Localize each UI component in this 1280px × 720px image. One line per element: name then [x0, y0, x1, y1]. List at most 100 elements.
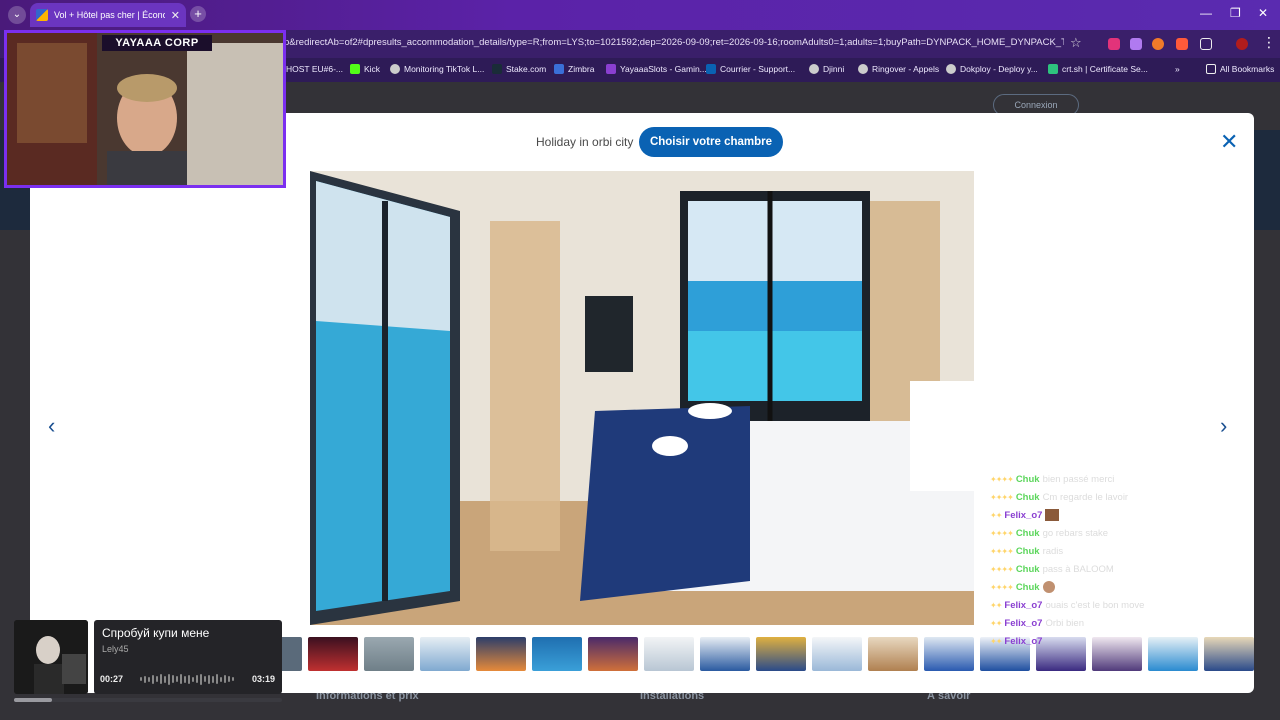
- site-favicon-icon: [36, 9, 48, 21]
- hotel-name: Holiday in orbi city: [536, 135, 634, 149]
- hotel-room-image: [310, 171, 974, 625]
- bookmark-item[interactable]: HOST EU#6-...: [286, 64, 343, 74]
- window-close-icon[interactable]: ✕: [1258, 6, 1268, 20]
- outlook-icon: [706, 64, 716, 74]
- globe-icon: [946, 64, 956, 74]
- chat-message: ✦✦✦✦ Chuk pass à BALOOM: [990, 563, 1114, 575]
- stake-icon: [492, 64, 502, 74]
- close-icon[interactable]: ✕: [1220, 131, 1238, 153]
- next-photo-icon[interactable]: ›: [1220, 413, 1227, 439]
- tab-title: Vol + Hôtel pas cher | Économie: [54, 10, 165, 20]
- bookmark-item[interactable]: Dokploy - Deploy y...: [946, 64, 1038, 74]
- playback-progress-fill: [14, 698, 52, 702]
- stream-chat-overlay: ✦✦✦✦ Chuk bien passé merci ✦✦✦✦ Chuk Cm rega…: [990, 470, 1170, 650]
- globe-icon: [390, 64, 400, 74]
- minimize-icon[interactable]: —: [1200, 6, 1212, 20]
- browser-menu-icon[interactable]: ⋮: [1262, 34, 1276, 51]
- thumbnail[interactable]: [588, 637, 638, 671]
- kick-icon: [350, 64, 360, 74]
- extension-icon[interactable]: [1130, 38, 1142, 50]
- thumbnail[interactable]: [1204, 637, 1254, 671]
- now-playing-widget: Спробуй купи мене Lely45 00:27 03:19: [14, 620, 282, 694]
- bookmark-item[interactable]: Courrier - Support...: [706, 64, 795, 74]
- bookmark-item[interactable]: Ringover - Appels: [858, 64, 939, 74]
- extension-icon[interactable]: [1176, 38, 1188, 50]
- chat-badges-icon: ✦✦✦✦: [990, 474, 1014, 484]
- chat-badges-icon: ✦✦: [990, 600, 1002, 610]
- album-cover: [14, 620, 88, 694]
- bookmark-item[interactable]: Kick: [350, 64, 380, 74]
- chat-badges-icon: ✦✦: [990, 618, 1002, 628]
- extension-icon[interactable]: [1108, 38, 1120, 50]
- playback-progress-bar: [14, 698, 282, 702]
- chat-message: ✦✦ Felix_o7: [990, 506, 1170, 524]
- audio-waveform-icon: [140, 673, 238, 685]
- chat-badges-icon: ✦✦: [990, 510, 1002, 520]
- chat-badges-icon: ✦✦✦✦: [990, 582, 1014, 592]
- chat-badges-icon: ✦✦✦✦: [990, 546, 1014, 556]
- all-bookmarks-button[interactable]: All Bookmarks: [1206, 64, 1274, 74]
- chat-message: ✦✦ Felix_o7 ouais c'est le bon move: [990, 599, 1145, 611]
- chat-badges-icon: ✦✦✦✦: [990, 528, 1014, 538]
- thumbnail[interactable]: [532, 637, 582, 671]
- album-art-image: [14, 620, 88, 694]
- bookmark-item[interactable]: Monitoring TikTok L...: [390, 64, 484, 74]
- globe-icon: [809, 64, 819, 74]
- webcam-feed-image: [7, 33, 283, 185]
- extension-icon[interactable]: [1152, 38, 1164, 50]
- chat-message: ✦✦ Felix_o7 Orbi bien: [990, 617, 1084, 629]
- chat-message: ✦✦ Felix_o7: [990, 635, 1043, 647]
- crtsh-icon: [1048, 64, 1058, 74]
- chat-badges-icon: ✦✦: [990, 636, 1002, 646]
- thumbnail[interactable]: [420, 637, 470, 671]
- thumbnail[interactable]: [476, 637, 526, 671]
- total-duration: 03:19: [252, 674, 276, 684]
- folder-icon: [1206, 64, 1216, 74]
- browser-tab-active[interactable]: Vol + Hôtel pas cher | Économie ✕: [30, 3, 186, 27]
- tab-close-icon[interactable]: ✕: [171, 9, 180, 22]
- chat-message: ✦✦✦✦ Chuk go rebars stake: [990, 527, 1109, 539]
- profile-avatar[interactable]: [1236, 38, 1248, 50]
- maximize-icon[interactable]: ❐: [1230, 6, 1241, 20]
- stream-name-label: YAYAAA CORP: [102, 35, 212, 51]
- music-info-panel: Спробуй купи мене Lely45 00:27 03:19: [94, 620, 282, 694]
- webcam-overlay: YAYAAA CORP: [4, 30, 286, 188]
- elapsed-time: 00:27: [100, 674, 124, 684]
- globe-icon: [858, 64, 868, 74]
- bookmark-item[interactable]: Djinni: [809, 64, 844, 74]
- thumbnail[interactable]: [812, 637, 862, 671]
- bookmark-item[interactable]: Zimbra: [554, 64, 594, 74]
- bookmark-item[interactable]: crt.sh | Certificate Se...: [1048, 64, 1148, 74]
- emote-icon: [1042, 581, 1055, 593]
- more-bookmarks-button[interactable]: »: [1175, 64, 1180, 74]
- thumbnail[interactable]: [868, 637, 918, 671]
- chat-badges-icon: ✦✦✦✦: [990, 492, 1014, 502]
- chat-message: ✦✦✦✦ Chuk radis: [990, 545, 1064, 557]
- thumbnail[interactable]: [308, 637, 358, 671]
- thumbnail[interactable]: [924, 637, 974, 671]
- previous-photo-icon[interactable]: ‹: [48, 413, 55, 439]
- song-title: Спробуй купи мене: [102, 626, 210, 640]
- browser-tab-bar: ⌄ Vol + Hôtel pas cher | Économie ✕ + — …: [0, 0, 1280, 30]
- thumbnail[interactable]: [364, 637, 414, 671]
- choose-room-button[interactable]: Choisir votre chambre: [639, 127, 783, 157]
- chat-message: ✦✦✦✦ Chuk: [990, 578, 1170, 596]
- bookmark-star-icon[interactable]: ☆: [1070, 35, 1082, 51]
- chat-badges-icon: ✦✦✦✦: [990, 564, 1014, 574]
- bookmark-item[interactable]: YayaaaSlots - Gamin...: [606, 64, 707, 74]
- thumbnail[interactable]: [644, 637, 694, 671]
- emote-icon: [1045, 509, 1060, 521]
- thumbnail[interactable]: [280, 637, 302, 671]
- yayaaa-icon: [606, 64, 616, 74]
- chat-message: ✦✦✦✦ Chuk Cm regarde le lavoir: [990, 491, 1129, 503]
- new-tab-button[interactable]: +: [190, 6, 206, 22]
- zimbra-icon: [554, 64, 564, 74]
- thumbnail[interactable]: [700, 637, 750, 671]
- thumbnail[interactable]: [756, 637, 806, 671]
- hotel-room-photo: [310, 171, 974, 625]
- tab-search-button[interactable]: ⌄: [8, 6, 26, 24]
- extensions-puzzle-icon[interactable]: [1200, 38, 1212, 50]
- url-field[interactable]: p&redirectAb=of2#dpresults_accommodation…: [284, 37, 1064, 48]
- bookmark-item[interactable]: Stake.com: [492, 64, 546, 74]
- song-artist: Lely45: [102, 644, 129, 654]
